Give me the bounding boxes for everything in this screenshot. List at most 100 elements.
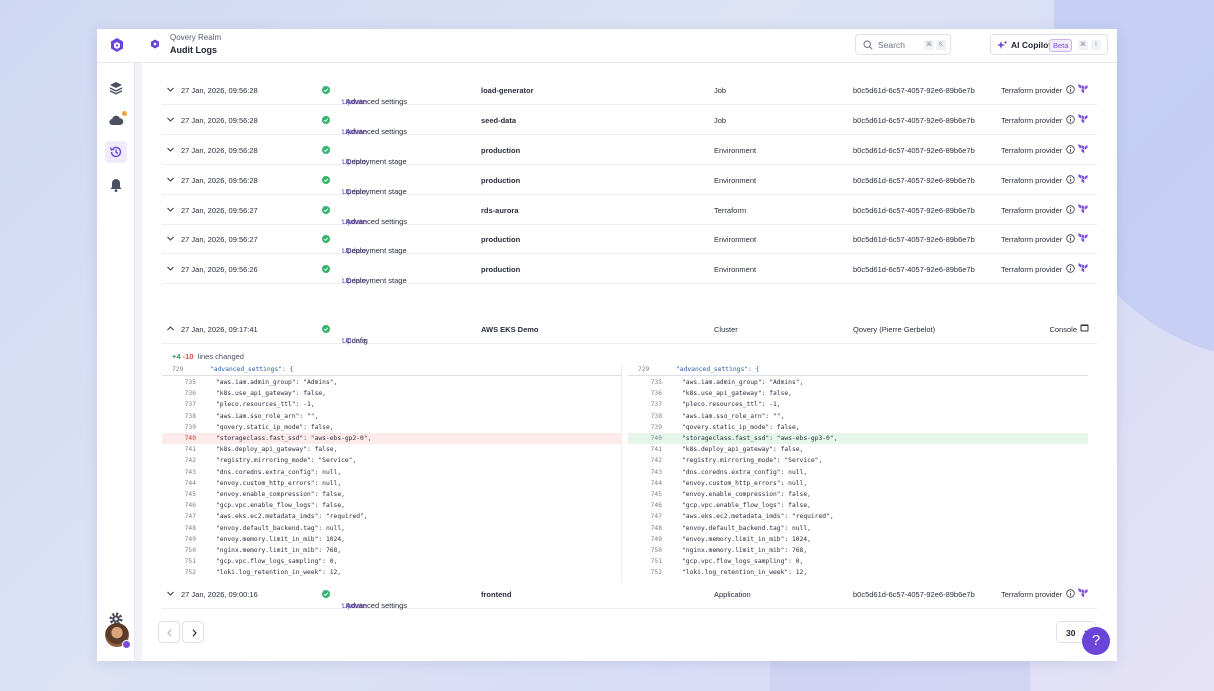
chevron-down-icon[interactable] (166, 115, 175, 124)
line-text: "registry.mirroring_mode": "Service", (682, 457, 823, 465)
top-header: Qovery Realm Audit Logs Search ⌘ K AI Co… (97, 29, 1117, 63)
audit-log-row[interactable]: 27 Jan, 2026, 09:56:28 Update : Advanced… (162, 75, 1097, 106)
diff-line: 745 "envoy.enable_compression": false, (628, 489, 1088, 500)
page-title: Audit Logs (170, 45, 217, 55)
line-number: 741 (650, 446, 662, 454)
search-icon (863, 40, 873, 50)
line-number: 743 (650, 468, 662, 476)
audit-log-row[interactable]: 27 Jan, 2026, 09:00:16 Update : Advanced… (162, 579, 1097, 610)
chevron-down-icon[interactable] (166, 264, 175, 273)
diff-line: 748 "envoy.default_backend.tag": null, (628, 523, 1088, 534)
sparkle-icon (997, 40, 1008, 49)
previous-page-button[interactable] (158, 621, 180, 643)
row-date: 27 Jan, 2026, 09:56:28 (181, 116, 258, 125)
audit-logs-nav[interactable] (105, 141, 127, 163)
info-icon[interactable] (1066, 205, 1075, 214)
row-target: seed-data (481, 116, 517, 125)
info-icon[interactable] (1066, 589, 1075, 598)
row-event-id[interactable]: b0c5d61d-6c57-4057-92e6-89b6e7b (853, 590, 975, 599)
line-text: "storageclass.fast_ssd": "aws-ebs-gp2-0"… (216, 435, 372, 442)
diff-line: 750 "nginx.memory.limit_in_mib": 768, (162, 545, 622, 556)
row-origin: Console (1049, 325, 1077, 334)
row-date: 27 Jan, 2026, 09:56:26 (181, 265, 258, 274)
line-number: 743 (184, 468, 196, 476)
row-event-id[interactable]: b0c5d61d-6c57-4057-92e6-89b6e7b (853, 146, 975, 155)
diff-line: 744 "envoy.custom_http_errors": null, (162, 478, 622, 489)
audit-log-row-expanded[interactable]: 27 Jan, 2026, 09:17:41 Update : Config A… (162, 314, 1097, 345)
diff-line: 735 "aws.iam.admin_group": "Admins", (162, 377, 622, 388)
info-icon[interactable] (1066, 85, 1075, 94)
line-number: 735 (650, 379, 662, 386)
chevron-up-icon[interactable] (166, 324, 175, 333)
notification-dot (122, 111, 127, 116)
chevron-down-icon[interactable] (166, 175, 175, 184)
audit-log-row[interactable]: 27 Jan, 2026, 09:56:27 Update : Advanced… (162, 195, 1097, 226)
layers-icon[interactable] (108, 80, 124, 96)
terraform-icon (1078, 114, 1088, 124)
row-event-id[interactable]: b0c5d61d-6c57-4057-92e6-89b6e7b (853, 265, 975, 274)
success-check-icon (322, 590, 330, 598)
row-date: 27 Jan, 2026, 09:56:28 (181, 146, 258, 155)
row-type: Application (714, 590, 751, 599)
organization-name[interactable]: Qovery Realm (170, 33, 221, 42)
diff-line: 737 "pleco.resources_ttl": -1, (162, 399, 622, 410)
audit-log-row[interactable]: 27 Jan, 2026, 09:56:28 Update : Advanced… (162, 105, 1097, 136)
chevron-down-icon[interactable] (166, 589, 175, 598)
row-type: Job (714, 86, 727, 95)
next-page-button[interactable] (182, 621, 204, 643)
chevron-down-icon[interactable] (166, 234, 175, 243)
audit-log-row[interactable]: 27 Jan, 2026, 09:56:28 Update : Deployme… (162, 135, 1097, 166)
row-event-id[interactable]: b0c5d61d-6c57-4057-92e6-89b6e7b (853, 116, 975, 125)
info-icon[interactable] (1066, 115, 1075, 124)
line-number: 742 (184, 457, 196, 465)
line-number: 751 (650, 558, 662, 566)
line-text: "k8s.use_api_gateway": false, (216, 390, 326, 398)
line-number: 738 (184, 412, 196, 420)
row-event-id[interactable]: b0c5d61d-6c57-4057-92e6-89b6e7b (853, 176, 975, 185)
diff-pane-after[interactable]: 729 "advanced_settings": { 735 "aws.iam.a… (628, 364, 1088, 582)
success-check-icon (322, 116, 330, 124)
ai-copilot-button[interactable]: AI Copilot Beta ⌘ I (990, 34, 1108, 55)
row-user: Qovery (Pierre Gerbelot) (853, 325, 936, 334)
line-number: 737 (650, 401, 662, 409)
chevron-down-icon[interactable] (166, 205, 175, 214)
audit-log-row[interactable]: 27 Jan, 2026, 09:56:26 Update : Deployme… (162, 254, 1097, 285)
row-target: production (481, 176, 521, 185)
line-number: 739 (650, 423, 662, 431)
sidebar (97, 63, 135, 661)
chevron-down-icon[interactable] (166, 145, 175, 154)
diff-line: 736 "k8s.use_api_gateway": false, (628, 388, 1088, 399)
row-date: 27 Jan, 2026, 09:56:28 (181, 176, 258, 185)
line-number: 740 (184, 435, 196, 442)
search-shortcut-k: K (936, 40, 946, 50)
audit-log-row[interactable]: 27 Jan, 2026, 09:56:28 Update : Deployme… (162, 165, 1097, 196)
qovery-logo-icon[interactable] (109, 37, 125, 53)
diff-pane-before[interactable]: 729 "advanced_settings": { 735 "aws.iam.a… (162, 364, 622, 582)
row-type: Environment (714, 265, 757, 274)
diff-line: 736 "k8s.use_api_gateway": false, (162, 388, 622, 399)
row-origin: Terraform provider (1001, 146, 1063, 155)
line-number: 746 (184, 502, 196, 510)
chevron-down-icon[interactable] (166, 85, 175, 94)
info-icon[interactable] (1066, 234, 1075, 243)
help-button[interactable]: ? (1082, 627, 1110, 655)
diff-line: 748 "envoy.default_backend.tag": null, (162, 523, 622, 534)
search-button[interactable]: Search ⌘ K (855, 34, 951, 55)
lines-added: +4 (172, 352, 181, 361)
info-icon[interactable] (1066, 145, 1075, 154)
info-icon[interactable] (1066, 175, 1075, 184)
row-event-id[interactable]: b0c5d61d-6c57-4057-92e6-89b6e7b (853, 235, 975, 244)
row-event-id[interactable]: b0c5d61d-6c57-4057-92e6-89b6e7b (853, 86, 975, 95)
diff-line: 745 "envoy.enable_compression": false, (162, 489, 622, 500)
line-text: "envoy.custom_http_errors": null, (216, 479, 342, 487)
row-event-id[interactable]: b0c5d61d-6c57-4057-92e6-89b6e7b (853, 206, 975, 215)
line-number: 752 (184, 569, 196, 577)
content-gutter (135, 63, 142, 661)
bell-icon[interactable] (108, 177, 124, 193)
info-icon[interactable] (1066, 264, 1075, 273)
terraform-icon (1078, 84, 1088, 94)
row-origin: Terraform provider (1001, 116, 1063, 125)
row-target: production (481, 265, 521, 274)
line-text: "envoy.custom_http_errors": null, (682, 479, 808, 487)
audit-log-row[interactable]: 27 Jan, 2026, 09:56:27 Update : Deployme… (162, 224, 1097, 255)
